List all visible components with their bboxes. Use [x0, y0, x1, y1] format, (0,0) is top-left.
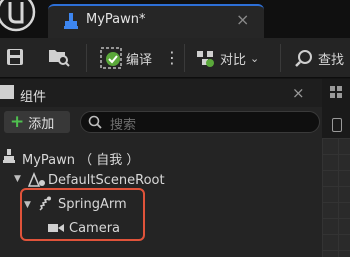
compile-check-icon	[100, 47, 122, 69]
components-panel-title[interactable]: 组件	[20, 86, 46, 105]
camera-icon	[48, 224, 64, 232]
chevron-down-icon: ⌄	[250, 51, 260, 65]
find-button[interactable]: 查找	[294, 38, 344, 78]
browse-asset-icon[interactable]	[48, 47, 70, 67]
find-icon	[295, 50, 312, 67]
asset-tab[interactable]	[48, 4, 264, 38]
tab-title: MyPawn*	[86, 12, 146, 27]
panel-close-button[interactable]: ×	[292, 84, 305, 102]
compile-button[interactable]: 编译	[100, 38, 152, 78]
tab-close-button[interactable]: ×	[236, 10, 249, 29]
compile-label: 编译	[126, 52, 153, 68]
toolbar-separator	[280, 44, 281, 72]
expand-arrow-icon[interactable]: ▼	[24, 200, 31, 210]
search-placeholder: 搜索	[110, 118, 137, 133]
components-panel-header	[0, 79, 322, 107]
plus-icon: +	[10, 111, 25, 132]
spring-arm-icon	[39, 196, 51, 211]
scene-root-icon	[28, 172, 45, 187]
viewport-tab-icon[interactable]	[332, 118, 342, 132]
toolbar-separator	[86, 44, 87, 72]
expand-arrow-icon[interactable]: ▼	[14, 174, 21, 184]
toolbar-separator	[184, 44, 185, 72]
save-icon[interactable]	[6, 48, 24, 66]
tree-item-default-scene-root[interactable]: DefaultSceneRoot	[48, 173, 165, 188]
unreal-logo-icon[interactable]	[0, 0, 38, 34]
components-tab-icon	[0, 85, 14, 99]
diff-icon	[197, 51, 214, 67]
compile-options-icon[interactable]: ⋮	[164, 48, 180, 67]
diff-button[interactable]: 对比 ⌄	[196, 38, 259, 78]
tree-item-spring-arm[interactable]: SpringArm	[58, 197, 127, 212]
search-icon	[88, 115, 102, 129]
add-component-button[interactable]: + 添加	[4, 111, 70, 133]
find-label: 查找	[318, 52, 345, 68]
diff-label: 对比	[220, 52, 247, 68]
pawn-blueprint-icon	[64, 13, 78, 29]
tree-item-camera[interactable]: Camera	[69, 221, 120, 236]
layout-grid-icon[interactable]	[330, 86, 342, 98]
tree-root-label[interactable]: MyPawn （ 自我 ）	[22, 149, 139, 168]
pawn-icon	[3, 149, 15, 163]
add-label: 添加	[28, 116, 55, 132]
viewport-grid[interactable]	[322, 138, 350, 257]
